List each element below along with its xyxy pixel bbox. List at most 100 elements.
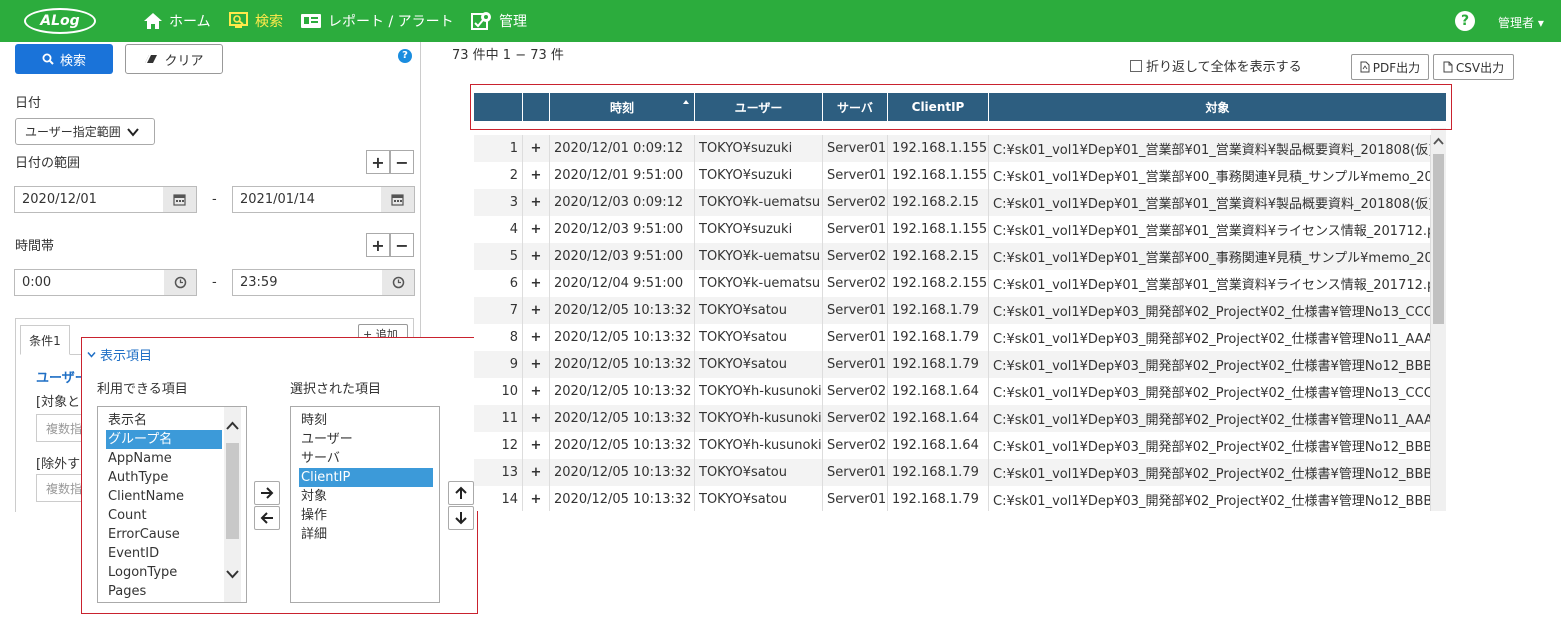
alog-logo[interactable]: ALog: [24, 8, 96, 34]
cell-expand[interactable]: +: [523, 135, 550, 162]
user-menu[interactable]: 管理者 ▾: [1498, 14, 1544, 31]
table-row[interactable]: 3 +2020/12/03 0:09:12 TOKYO¥k-uematsu Serve…: [474, 189, 1431, 216]
help-icon[interactable]: ?: [1455, 11, 1475, 31]
cell-expand[interactable]: +: [523, 162, 550, 189]
nav-search[interactable]: 検索: [229, 0, 283, 42]
result-count: 73 件中 1 − 73 件: [452, 48, 564, 63]
time-from-clock-button[interactable]: [164, 269, 197, 296]
cell-time: 2020/12/05 10:13:32: [550, 351, 695, 378]
scroll-thumb[interactable]: [1433, 154, 1444, 324]
gear-icon: [471, 12, 491, 30]
table-row[interactable]: 5 +2020/12/03 9:51:00 TOKYO¥k-uematsu Serve…: [474, 243, 1431, 270]
chevron-up-icon: [1433, 137, 1444, 145]
help-icon[interactable]: ?: [398, 49, 412, 63]
move-down-button[interactable]: [448, 506, 474, 530]
date-range-remove-button[interactable]: −: [390, 150, 414, 174]
selected-items-list[interactable]: 時刻 ユーザー サーバ ClientIP 対象 操作 詳細: [290, 406, 440, 603]
available-items-list[interactable]: 表示名 グループ名 AppName AuthType ClientName Co…: [97, 406, 247, 603]
cell-expand[interactable]: +: [523, 243, 550, 270]
table-row[interactable]: 1 +2020/12/01 0:09:12 TOKYO¥suzuki Server01…: [474, 135, 1431, 162]
list-item-selected[interactable]: グループ名: [106, 430, 222, 449]
tab-condition-1[interactable]: 条件1: [20, 325, 70, 355]
list-item[interactable]: ユーザー: [299, 430, 353, 449]
move-right-button[interactable]: [254, 481, 280, 505]
csv-export-button[interactable]: CSV出力: [1433, 54, 1514, 80]
date-from-input[interactable]: 2020/12/01: [14, 186, 164, 213]
display-items-toggle[interactable]: 表示項目: [87, 345, 152, 364]
cell-user: TOKYO¥satou: [695, 297, 823, 324]
pdf-export-button[interactable]: PDF出力: [1351, 54, 1429, 80]
available-list-scrollbar[interactable]: [224, 407, 241, 602]
search-button[interactable]: 検索: [15, 44, 113, 74]
nav-home[interactable]: ホーム: [143, 0, 211, 42]
list-item[interactable]: 操作: [299, 506, 327, 525]
arrow-right-icon: [261, 487, 274, 499]
cell-time: 2020/12/01 0:09:12: [550, 135, 695, 162]
date-mode-select[interactable]: ユーザー指定範囲: [15, 118, 155, 145]
arrow-down-icon: [455, 512, 467, 525]
table-row[interactable]: 4 +2020/12/03 9:51:00 TOKYO¥suzuki Server01…: [474, 216, 1431, 243]
time-to-input[interactable]: 23:59: [232, 269, 383, 296]
move-left-button[interactable]: [254, 506, 280, 530]
date-to-calendar-button[interactable]: [381, 186, 415, 213]
list-item[interactable]: サーバ: [299, 449, 340, 468]
list-item[interactable]: AppName: [106, 449, 172, 468]
wrap-all-checkbox[interactable]: 折り返して全体を表示する: [1130, 56, 1302, 75]
time-add-button[interactable]: +: [366, 233, 390, 257]
table-row[interactable]: 2 +2020/12/01 9:51:00 TOKYO¥suzuki Server01…: [474, 162, 1431, 189]
list-item[interactable]: Count: [106, 506, 147, 525]
table-row[interactable]: 11 +2020/12/05 10:13:32 TOKYO¥h-kusunoki Se…: [474, 405, 1431, 432]
list-item[interactable]: EventID: [106, 544, 159, 563]
table-row[interactable]: 9 +2020/12/05 10:13:32 TOKYO¥satou Server01…: [474, 351, 1431, 378]
cell-user: TOKYO¥suzuki: [695, 135, 823, 162]
checkbox-box[interactable]: [1130, 59, 1142, 72]
table-row[interactable]: 7 +2020/12/05 10:13:32 TOKYO¥satou Server01…: [474, 297, 1431, 324]
table-row[interactable]: 8 +2020/12/05 10:13:32 TOKYO¥satou Server01…: [474, 324, 1431, 351]
cell-expand[interactable]: +: [523, 270, 550, 297]
time-to-clock-button[interactable]: [382, 269, 415, 296]
table-row[interactable]: 12 +2020/12/05 10:13:32 TOKYO¥h-kusunoki Se…: [474, 432, 1431, 459]
table-row[interactable]: 10 +2020/12/05 10:13:32 TOKYO¥h-kusunoki Se…: [474, 378, 1431, 405]
date-from-calendar-button[interactable]: [163, 186, 197, 213]
grid-scrollbar[interactable]: [1431, 128, 1446, 511]
cell-expand[interactable]: +: [523, 378, 550, 405]
list-item[interactable]: 対象: [299, 487, 327, 506]
list-item[interactable]: ErrorCause: [106, 525, 180, 544]
cell-expand[interactable]: +: [523, 459, 550, 486]
list-item[interactable]: Pages: [106, 582, 146, 601]
cell-expand[interactable]: +: [523, 405, 550, 432]
cell-expand[interactable]: +: [523, 297, 550, 324]
nav-admin[interactable]: 管理: [471, 0, 527, 42]
cell-expand[interactable]: +: [523, 351, 550, 378]
date-to-input[interactable]: 2021/01/14: [232, 186, 382, 213]
scroll-thumb[interactable]: [226, 443, 239, 539]
cell-expand[interactable]: +: [523, 486, 550, 511]
cell-expand[interactable]: +: [523, 432, 550, 459]
move-up-button[interactable]: [448, 481, 474, 505]
list-item[interactable]: 表示名: [106, 411, 147, 430]
list-item-selected[interactable]: ClientIP: [299, 468, 433, 487]
cell-server: Server02: [823, 243, 888, 270]
list-item[interactable]: LogonType: [106, 563, 177, 582]
nav-report-alert[interactable]: レポート / アラート: [300, 0, 454, 42]
cell-clientip: 192.168.1.155: [888, 216, 989, 243]
list-item[interactable]: ClientName: [106, 487, 184, 506]
table-row[interactable]: 14 +2020/12/05 10:13:32 TOKYO¥satou Server0…: [474, 486, 1431, 511]
list-item[interactable]: 詳細: [299, 525, 327, 544]
cell-expand[interactable]: +: [523, 324, 550, 351]
clock-icon: [392, 276, 404, 289]
arrow-left-icon: [260, 512, 273, 524]
clear-button[interactable]: クリア: [125, 44, 223, 74]
list-item[interactable]: AuthType: [106, 468, 168, 487]
table-row[interactable]: 6 +2020/12/04 9:51:00 TOKYO¥k-uematsu Serve…: [474, 270, 1431, 297]
cell-expand[interactable]: +: [523, 189, 550, 216]
table-row[interactable]: 13 +2020/12/05 10:13:32 TOKYO¥satou Server0…: [474, 459, 1431, 486]
list-item[interactable]: 時刻: [299, 411, 327, 430]
cell-clientip: 192.168.1.79: [888, 486, 989, 511]
cell-server: Server02: [823, 405, 888, 432]
date-range-add-button[interactable]: +: [366, 150, 390, 174]
time-remove-button[interactable]: −: [390, 233, 414, 257]
time-from-input[interactable]: 0:00: [14, 269, 165, 296]
available-items-label: 利用できる項目: [97, 382, 188, 397]
cell-expand[interactable]: +: [523, 216, 550, 243]
